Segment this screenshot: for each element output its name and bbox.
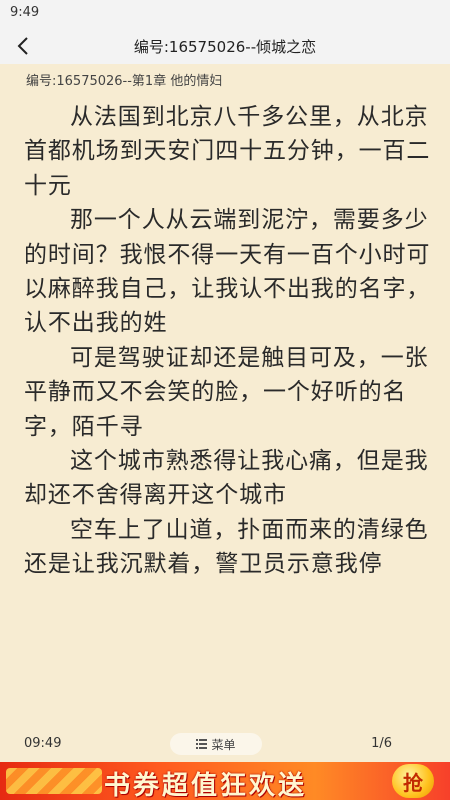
paragraph: 这个城市熟悉得让我心痛，但是我却还不舍得离开这个城市 <box>24 448 429 509</box>
paragraph: 空车上了山道，扑面而来的清绿色还是让我沉默着，警卫员示意我停 <box>24 516 429 578</box>
ad-text: 书券超值狂欢送 <box>104 771 308 800</box>
ad-banner[interactable]: 书券超值狂欢送 抢 <box>0 762 450 800</box>
back-button[interactable] <box>8 30 38 62</box>
menu-button[interactable]: 菜单 <box>170 733 262 755</box>
title-bar: 编号:16575026--倾城之恋 <box>0 28 450 64</box>
chevron-left-icon <box>17 37 28 55</box>
chapter-title: 编号:16575026--第1章 他的情妇 <box>26 74 223 89</box>
menu-label: 菜单 <box>211 737 236 752</box>
footer-time: 09:49 <box>24 736 62 751</box>
status-bar: 9:49 <box>0 0 450 28</box>
page-indicator: 1/6 <box>371 736 392 751</box>
paragraph: 从法国到北京八千多公里，从北京首都机场到天安门四十五分钟，一百二十元 <box>24 104 431 199</box>
page-title: 编号:16575026--倾城之恋 <box>133 38 317 56</box>
ad-decoration <box>6 768 102 794</box>
paragraph: 可是驾驶证却还是触目可及，一张平静而又不会笑的脸，一个好听的名字，陌千寻 <box>24 344 429 440</box>
reading-content[interactable]: 从法国到北京八千多公里，从北京首都机场到天安门四十五分钟，一百二十元 那一个人从… <box>24 100 432 582</box>
ad-grab-button[interactable]: 抢 <box>392 764 434 798</box>
paragraph: 那一个人从云端到泥泞，需要多少的时间？我恨不得一天有一百个小时可以麻醉我自己，让… <box>24 207 431 337</box>
status-time: 9:49 <box>10 5 40 20</box>
list-menu-icon <box>196 739 208 749</box>
